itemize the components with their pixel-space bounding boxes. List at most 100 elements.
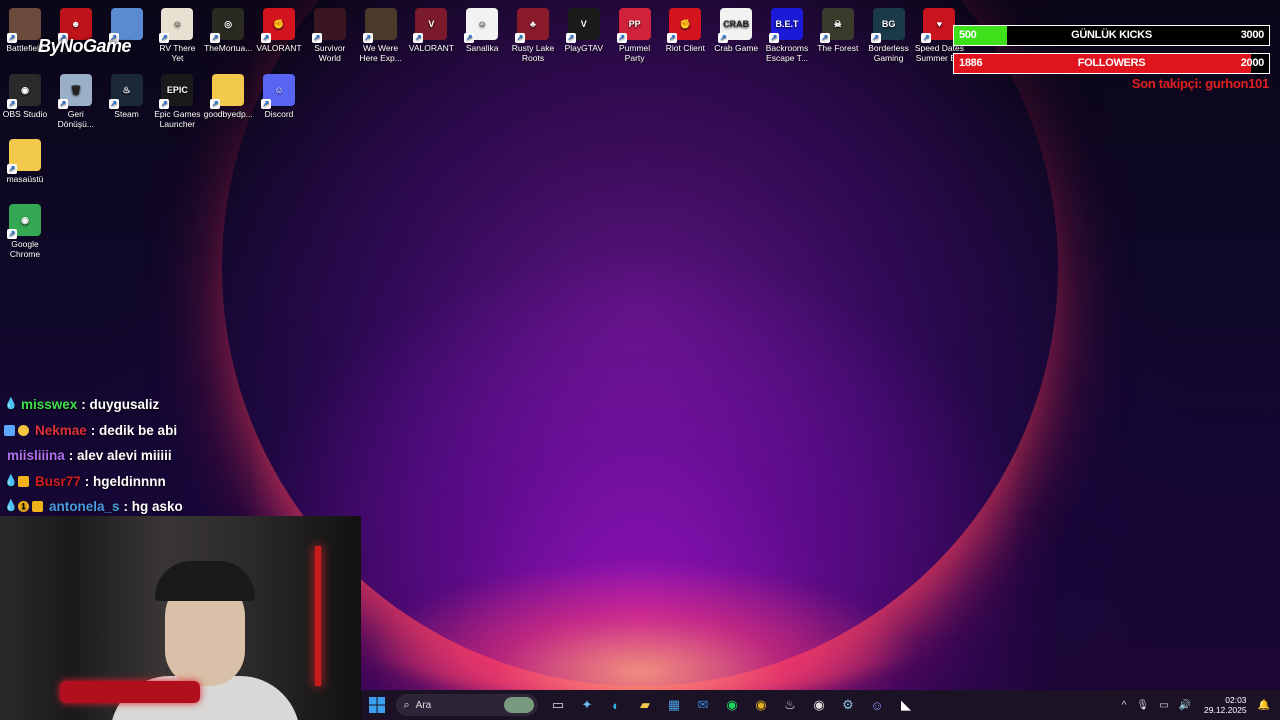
desktop-icon-8[interactable]: VVALORANT [406,4,456,53]
desktop-icon-label: Backrooms Escape T... [765,43,809,63]
desktop-icon-label: Geri Dönüşü... [57,109,94,129]
battlefield-icon [7,8,41,43]
copilot-icon[interactable]: ✦ [575,693,599,717]
chrome-icon: ◉ [7,204,41,239]
crab-game-icon: CRAB [718,8,753,43]
desktop-icon-label: Riot Client [665,43,705,53]
webcam-cap [155,561,255,601]
one-badge-icon: 1 [18,501,29,513]
mail-icon[interactable]: ✉ [691,693,715,717]
rv-there-yet-icon: ☺ [159,8,194,43]
edge-icon[interactable]: ◐ [604,693,628,717]
taskbar-search[interactable]: ⌕ Ara [395,694,538,716]
desktop-icon-4[interactable]: ◎TheMortua... [203,4,253,53]
clock-date: 29.12.2025 [1204,705,1247,715]
clock[interactable]: 02:03 29.12.2025 [1204,695,1247,715]
desktop-icon-label: Borderless Gaming [868,43,909,63]
obs-icon[interactable]: ◉ [807,693,831,717]
desktop-icon-3[interactable]: ☺RV There Yet [152,4,202,63]
desktop-icon-19[interactable]: ◉OBS Studio [0,70,50,119]
watermark-logo: ByNoGame [38,36,132,56]
desktop-icon-23[interactable]: goodbyedp... [203,70,253,119]
desktop-icon-label: Sanalika [465,43,499,53]
taskbar-apps: ▭ ✦ ◐ ▰ ▦ ✉ ◉ ◉ ♨ ◉ ⚙ ☺ ◣ [544,693,921,717]
goal-bar-center: GÜNLÜK KICKS [1071,29,1152,41]
desktop-icon-10[interactable]: ♣Rusty Lake Roots [508,4,558,63]
desktop-icon-label: Steam [114,109,139,119]
desktop-icon-label: OBS Studio [2,109,48,119]
speed-dates-icon: ♥ [921,8,956,43]
desktop-icon-label: Rusty Lake Roots [511,43,555,63]
desktop-icon-label: goodbyedp... [203,109,253,119]
store-icon[interactable]: ▦ [662,693,686,717]
desktop-icon-20[interactable]: 🗑Geri Dönüşü... [51,70,101,129]
pummel-party-icon: PP [616,8,651,43]
volume-icon[interactable]: 🔊 [1179,700,1191,711]
desktop-icon-5[interactable]: ✊VALORANT [254,4,304,53]
folder-icon [7,139,41,174]
borderless-gaming-icon: BG [870,8,905,43]
goal-bar: 500 GÜNLÜK KICKS 3000 [953,25,1270,46]
clock-time: 02:03 [1225,695,1247,705]
desktop-icon-6[interactable]: Survivor World [305,4,355,63]
desktop-icon-9[interactable]: ☺Sanalika [457,4,507,53]
last-follower-text: Son takipçi: gurhon101 [1131,76,1269,91]
streaming-app-icon[interactable]: ◣ [894,693,918,717]
gtav-icon: V [565,8,600,43]
the-forest-icon: ☠ [819,8,854,43]
desktop-icon-26[interactable]: ◉Google Chrome [0,200,50,259]
desktop-icon-label: The Forest [817,43,859,53]
hand-badge-icon [18,424,29,436]
chat-username: antonela_s [49,499,120,515]
spotify-icon[interactable]: ◉ [720,693,744,717]
desktop-icon-13[interactable]: ✊Riot Client [660,4,710,53]
desktop-icon-17[interactable]: BGBorderless Gaming [864,4,914,63]
desktop-icon-21[interactable]: ♨Steam [102,70,152,119]
desktop-icon-label: VALORANT [256,43,302,53]
crown-badge-icon [32,501,43,513]
desktop-icon-11[interactable]: VPlayGTAV [559,4,609,53]
search-placeholder: Ara [415,699,432,711]
task-view-icon[interactable]: ▭ [546,693,570,717]
network-icon[interactable]: ▭ [1159,700,1168,711]
desktop-icon-label: Discord [264,109,294,119]
survivor-world-icon [311,8,346,43]
goal-bar-right: 3000 [1240,29,1265,41]
desktop-icon-25[interactable]: masaüstü [0,135,50,184]
webcam-microphone [60,681,200,703]
desktop-icon-24[interactable]: ☺Discord [254,70,304,119]
obs-icon: ◉ [7,74,41,109]
desktop-icon-label: VALORANT [408,43,454,53]
chat-message: miisliiina: alev alevi miiiii [4,443,364,469]
steam-icon[interactable]: ♨ [778,693,802,717]
rusty-lake-icon: ♣ [515,8,549,43]
drop-badge-icon: 💧 [4,500,18,513]
desktop-icon-7[interactable]: We Were Here Exp... [356,4,406,63]
chevron-up-icon[interactable]: ^ [1122,700,1127,711]
desktop-icon-label: TheMortua... [204,43,253,53]
sanalika-icon: ☺ [464,8,499,43]
drop-badge-icon: 💧 [4,398,18,411]
start-button[interactable] [365,693,389,717]
discord-icon: ☺ [261,74,295,109]
desktop-icon-12[interactable]: PPPummel Party [610,4,660,63]
chat-username: miisliiina [7,448,65,464]
chat-text: : hgeldinnnn [84,473,166,489]
file-explorer-icon[interactable]: ▰ [633,693,657,717]
goal-bar: 1886 FOLLOWERS 2000 [953,53,1270,74]
notification-bell-icon[interactable]: 🔔 [1258,700,1270,711]
settings-app-icon[interactable]: ⚙ [836,693,860,717]
desktop-icon-14[interactable]: CRABCrab Game [711,4,761,53]
crown-badge-icon [18,475,29,487]
desktop-icon-22[interactable]: EPICEpic Games Launcher [152,70,202,129]
chat-username: misswex [21,397,78,413]
valorant-icon: V [413,8,448,43]
discord-icon[interactable]: ☺ [865,693,889,717]
desktop-icon-label: RV There Yet [159,43,196,63]
desktop-icon-16[interactable]: ☠The Forest [813,4,863,53]
wallpaper-glow [350,560,930,690]
search-highlight-art [503,697,534,713]
desktop-icon-15[interactable]: B.E.TBackrooms Escape T... [762,4,812,63]
chrome-icon[interactable]: ◉ [749,693,773,717]
microphone-icon[interactable]: 🎙 [1136,700,1149,711]
